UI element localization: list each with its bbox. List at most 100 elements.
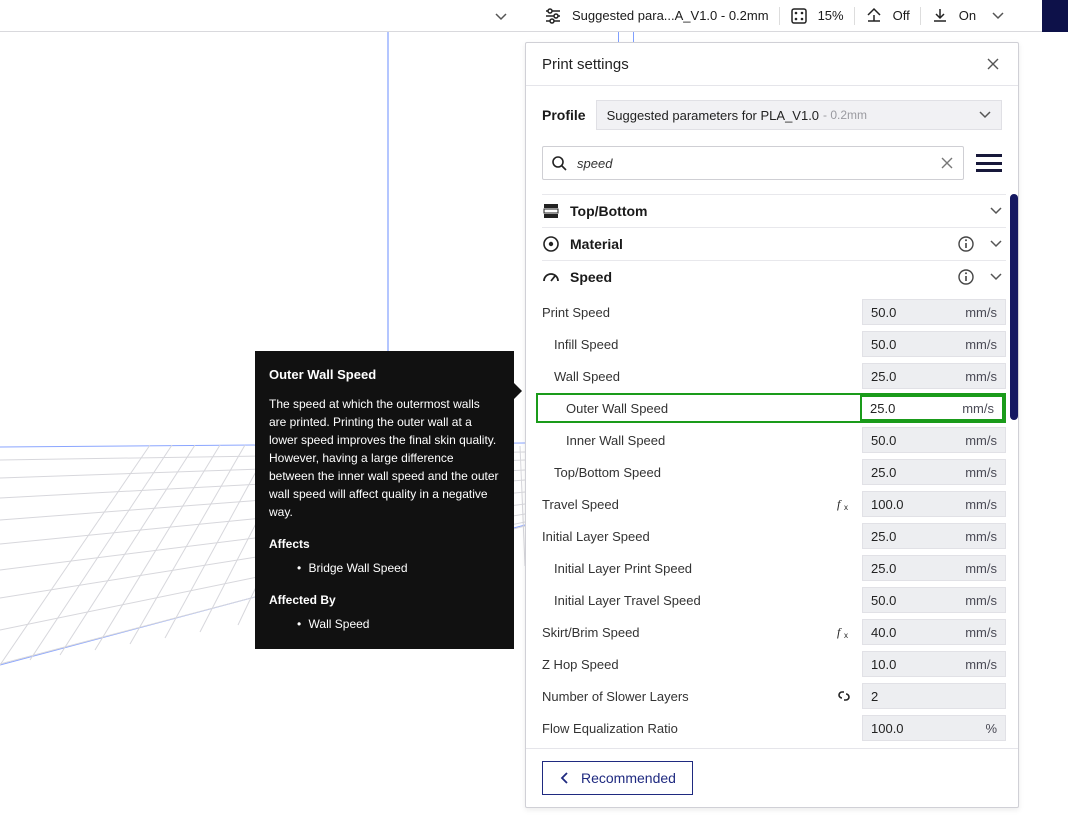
- category-material[interactable]: Material: [542, 228, 1006, 260]
- setting-value-input[interactable]: 100.0%: [862, 715, 1006, 741]
- top-toolbar: Suggested para...A_V1.0 - 0.2mm 15% Off …: [0, 0, 1068, 32]
- svg-text:f: f: [837, 497, 842, 511]
- setting-unit: mm/s: [965, 465, 997, 480]
- setting-value-input[interactable]: 25.0mm/s: [862, 459, 1006, 485]
- search-input[interactable]: [575, 155, 931, 172]
- setting-value: 100.0: [871, 497, 904, 512]
- setting-flow_equalization_ratio[interactable]: Flow Equalization Ratio 100.0%: [542, 713, 1006, 743]
- print-settings-panel: Print settings Profile Suggested paramet…: [525, 42, 1019, 808]
- setting-value: 50.0: [871, 593, 896, 608]
- profile-select-meta: - 0.2mm: [823, 108, 867, 122]
- settings-visibility-button[interactable]: [976, 152, 1002, 174]
- setting-initial_layer_print_speed[interactable]: Initial Layer Print Speed 25.0mm/s: [542, 553, 1006, 583]
- setting-label: Flow Equalization Ratio: [542, 721, 826, 736]
- setting-label: Number of Slower Layers: [542, 689, 826, 704]
- material-icon: [542, 235, 560, 253]
- infill-chip[interactable]: 15%: [818, 8, 844, 23]
- setting-unit: mm/s: [965, 433, 997, 448]
- setting-z_hop_speed[interactable]: Z Hop Speed 10.0mm/s: [542, 649, 1006, 679]
- setting-value-input[interactable]: 25.0mm/s: [862, 555, 1006, 581]
- chevron-down-icon[interactable]: [992, 10, 1004, 22]
- chevron-down-icon: [986, 271, 1006, 283]
- setting-skirt_brim_speed[interactable]: Skirt/Brim Speedfx40.0mm/s: [542, 617, 1006, 647]
- category-speed[interactable]: Speed: [542, 261, 1006, 293]
- setting-label: Travel Speed: [542, 497, 826, 512]
- tooltip-affected-by-item: Wall Speed: [297, 615, 500, 633]
- setting-value-input[interactable]: 2: [862, 683, 1006, 709]
- setting-inner_wall_speed[interactable]: Inner Wall Speed 50.0 mm/s: [542, 425, 1006, 455]
- setting-unit: mm/s: [965, 561, 997, 576]
- recommended-button[interactable]: Recommended: [542, 761, 693, 795]
- setting-label: Outer Wall Speed: [542, 401, 824, 416]
- setting-number_slower_layers[interactable]: Number of Slower Layers 2: [542, 681, 1006, 711]
- profile-select[interactable]: Suggested parameters for PLA_V1.0 - 0.2m…: [596, 100, 1002, 130]
- setting-value: 50.0: [871, 337, 896, 352]
- setting-value-input[interactable]: 10.0mm/s: [862, 651, 1006, 677]
- setting-tooltip: Outer Wall Speed The speed at which the …: [255, 351, 514, 649]
- setting-value-input[interactable]: 50.0 mm/s: [862, 331, 1006, 357]
- setting-unit: %: [985, 721, 997, 736]
- adhesion-chip[interactable]: On: [959, 8, 976, 23]
- setting-value-input[interactable]: 50.0mm/s: [862, 587, 1006, 613]
- close-icon[interactable]: [984, 55, 1002, 73]
- chevron-down-icon: [986, 238, 1006, 250]
- support-chip[interactable]: Off: [893, 8, 910, 23]
- setting-infill_speed[interactable]: Infill Speed 50.0 mm/s: [542, 329, 1006, 359]
- setting-label: Print Speed: [542, 305, 826, 320]
- profile-chip[interactable]: Suggested para...A_V1.0 - 0.2mm: [572, 8, 769, 23]
- setting-label: Initial Layer Speed: [542, 529, 826, 544]
- setting-unit: mm/s: [965, 305, 997, 320]
- setting-value-input[interactable]: 50.0 mm/s: [862, 427, 1006, 453]
- setting-initial_layer_travel_speed[interactable]: Initial Layer Travel Speed 50.0mm/s: [542, 585, 1006, 615]
- clear-icon[interactable]: [939, 155, 955, 171]
- speed-icon: [542, 268, 560, 286]
- setting-value-input[interactable]: 50.0mm/s: [862, 299, 1006, 325]
- setting-value: 25.0: [870, 401, 895, 416]
- setting-print_speed[interactable]: Print Speed 50.0mm/s: [542, 297, 1006, 327]
- scrollbar-thumb[interactable]: [1010, 194, 1018, 420]
- category-top-bottom[interactable]: Top/Bottom: [542, 195, 1006, 227]
- setting-label: Skirt/Brim Speed: [542, 625, 826, 640]
- setting-label: Top/Bottom Speed: [542, 465, 826, 480]
- tooltip-affects-label: Affects: [269, 535, 500, 553]
- tooltip-affects-item: Bridge Wall Speed: [297, 559, 500, 577]
- setting-travel_speed[interactable]: Travel Speedfx100.0mm/s: [542, 489, 1006, 519]
- setting-value-input[interactable]: 100.0mm/s: [862, 491, 1006, 517]
- setting-label: Inner Wall Speed: [542, 433, 826, 448]
- setting-label: Infill Speed: [542, 337, 826, 352]
- chevron-down-icon: [979, 109, 991, 121]
- search-icon: [551, 155, 567, 171]
- setting-value-input[interactable]: 25.0mm/s: [862, 523, 1006, 549]
- setting-unit: mm/s: [965, 337, 997, 352]
- left-panel-toggle[interactable]: [490, 6, 512, 28]
- info-icon[interactable]: [956, 269, 976, 285]
- chevron-down-icon: [986, 205, 1006, 217]
- setting-value-input[interactable]: 25.0mm/s: [860, 395, 1004, 421]
- adhesion-icon: [931, 7, 949, 25]
- sliders-icon: [544, 7, 562, 25]
- setting-value: 25.0: [871, 529, 896, 544]
- setting-outer_wall_speed[interactable]: Outer Wall Speed 25.0mm/s: [536, 393, 1006, 423]
- setting-value-input[interactable]: 25.0mm/s: [862, 363, 1006, 389]
- search-box[interactable]: [542, 146, 964, 180]
- setting-value: 100.0: [871, 721, 904, 736]
- info-icon[interactable]: [956, 236, 976, 252]
- settings-scroll[interactable]: Top/Bottom Material: [526, 194, 1018, 748]
- profile-label: Profile: [542, 107, 586, 123]
- setting-value: 50.0: [871, 433, 896, 448]
- tooltip-title: Outer Wall Speed: [269, 365, 500, 385]
- setting-label: Initial Layer Print Speed: [542, 561, 826, 576]
- right-panel-edge: [1042, 0, 1068, 32]
- setting-label: Z Hop Speed: [542, 657, 826, 672]
- setting-initial_layer_speed[interactable]: Initial Layer Speed 25.0mm/s: [542, 521, 1006, 551]
- infill-icon: [790, 7, 808, 25]
- setting-top_bottom_speed[interactable]: Top/Bottom Speed 25.0mm/s: [542, 457, 1006, 487]
- setting-wall_speed[interactable]: Wall Speed25.0mm/s: [542, 361, 1006, 391]
- setting-value-input[interactable]: 40.0 mm/s: [862, 619, 1006, 645]
- setting-value: 2: [871, 689, 878, 704]
- tooltip-affected-by-label: Affected By: [269, 591, 500, 609]
- setting-value: 25.0: [871, 369, 896, 384]
- setting-unit: mm/s: [965, 625, 997, 640]
- setting-value: 40.0: [871, 625, 896, 640]
- setting-label: Initial Layer Travel Speed: [542, 593, 826, 608]
